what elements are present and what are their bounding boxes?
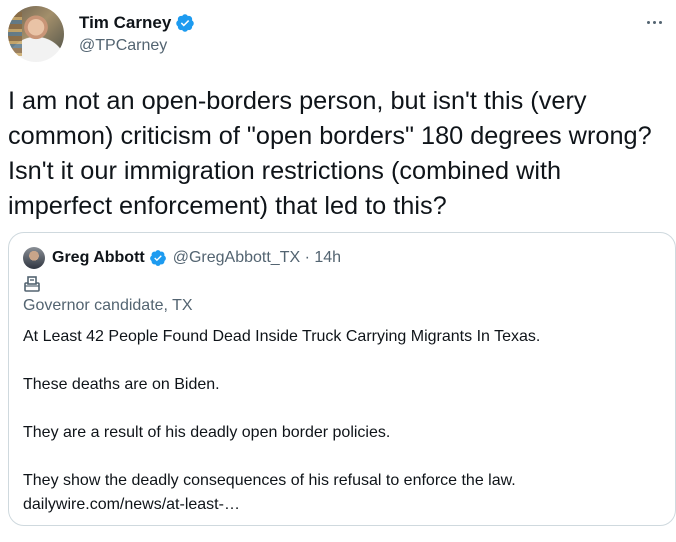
quoted-avatar <box>23 247 45 269</box>
verified-badge-icon <box>149 250 166 266</box>
quoted-display-name: Greg Abbott <box>52 249 145 266</box>
more-options-icon[interactable] <box>642 14 666 30</box>
quoted-text: At Least 42 People Found Dead Inside Tru… <box>23 325 663 517</box>
author-avatar[interactable] <box>8 6 64 62</box>
tweet-text: I am not an open-borders person, but isn… <box>8 87 652 220</box>
tweet-header: Tim Carney @TPCarney <box>8 6 676 64</box>
quoted-line: They are a result of his deadly open bor… <box>23 424 391 441</box>
tweet-card: Tim Carney @TPCarney I am not an open-bo… <box>0 0 676 542</box>
quoted-line: At Least 42 People Found Dead Inside Tru… <box>23 328 541 345</box>
ballot-box-icon <box>24 276 40 292</box>
verified-badge-icon <box>176 14 195 32</box>
author-handle[interactable]: @TPCarney <box>79 37 167 55</box>
quoted-account-label: Governor candidate, TX <box>23 297 193 314</box>
quoted-tweet[interactable]: Greg Abbott @GregAbbott_TX · 14h Governo… <box>8 232 676 526</box>
quoted-header: Greg Abbott @GregAbbott_TX · 14h <box>23 247 341 269</box>
quoted-link[interactable]: dailywire.com/news/at-least-… <box>23 493 663 517</box>
author-display-name[interactable]: Tim Carney <box>79 13 171 33</box>
quoted-line: They show the deadly consequences of his… <box>23 472 516 489</box>
author-name-row: Tim Carney <box>79 13 195 33</box>
quoted-handle-time: @GregAbbott_TX · 14h <box>172 249 342 266</box>
quoted-line: These deaths are on Biden. <box>23 376 220 393</box>
